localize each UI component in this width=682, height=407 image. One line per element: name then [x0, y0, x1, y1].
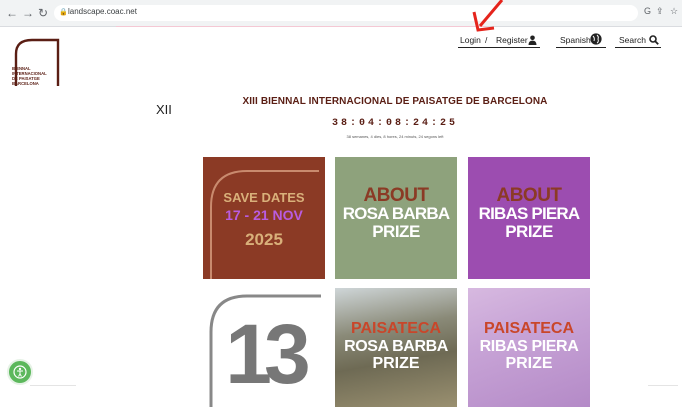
paisateca-rosa-line2: ROSA BARBA — [344, 338, 448, 355]
arrow-left-icon[interactable]: ← — [6, 6, 18, 20]
paisateca-ribas-line2: RIBAS PIERA — [479, 338, 579, 355]
save-dates-tile[interactable]: SAVE DATES 17 - 21 NOV 2025 — [203, 157, 325, 279]
search-underline — [615, 47, 661, 48]
accessibility-icon — [13, 365, 27, 379]
save-dates-line2: 17 - 21 NOV — [225, 207, 303, 223]
thirteen-number: 13 — [225, 307, 310, 401]
bookmark-star-icon[interactable]: ☆ — [670, 6, 678, 17]
save-dates-line3: 2025 — [245, 230, 283, 249]
logo-text: BIENNAL INTERNACIONAL DE PAISATGE BARCEL… — [12, 66, 58, 86]
arrow-annotation-icon — [472, 0, 504, 32]
paisateca-ribas-piera-tile[interactable]: PAISATECA RIBAS PIERA PRIZE — [468, 288, 590, 407]
globe-icon[interactable] — [590, 33, 602, 45]
share-icon[interactable]: ⇪ — [656, 6, 664, 17]
about-ribas-line3: PRIZE — [505, 222, 553, 241]
user-icon[interactable] — [528, 35, 537, 45]
about-rosa-barba-tile[interactable]: ABOUT ROSA BARBA PRIZE — [335, 157, 457, 279]
paisateca-ribas-line3: PRIZE — [505, 355, 553, 372]
login-link[interactable]: Login — [460, 35, 481, 45]
about-rosa-line3: PRIZE — [372, 222, 420, 241]
about-ribas-piera-tile[interactable]: ABOUT RIBAS PIERA PRIZE — [468, 157, 590, 279]
login-separator: / — [485, 35, 488, 45]
url-text: landscape.coac.net — [68, 7, 137, 16]
search-link[interactable]: Search — [619, 35, 646, 45]
thirteen-tile[interactable]: 13 — [203, 288, 325, 407]
about-rosa-line2: ROSA BARBA — [342, 204, 450, 223]
google-icon[interactable]: G — [644, 6, 651, 16]
left-divider — [30, 385, 76, 386]
reload-icon[interactable]: ↻ — [38, 6, 48, 20]
language-selector[interactable]: Spanish — [560, 35, 591, 45]
paisateca-ribas-line1: PAISATECA — [483, 320, 575, 337]
countdown-timer: 38:04:08:24:25 — [331, 118, 458, 129]
logo-line: BARCELONA — [12, 81, 39, 86]
accessibility-button[interactable] — [7, 359, 33, 385]
lock-icon: 🔒 — [59, 9, 68, 16]
paisateca-rosa-line1: PAISATECA — [350, 320, 442, 337]
login-underline — [458, 47, 540, 48]
right-divider — [648, 385, 678, 386]
language-underline — [556, 47, 606, 48]
countdown-subtitle: 38 semanes, 4 dies, 8 hores, 24 minuts, … — [346, 134, 444, 139]
address-bar[interactable]: 🔒 landscape.coac.net — [54, 5, 638, 21]
paisateca-rosa-barba-tile[interactable]: PAISATECA ROSA BARBA PRIZE — [335, 288, 457, 407]
paisateca-rosa-line3: PRIZE — [372, 355, 420, 372]
register-link[interactable]: Register — [496, 35, 528, 45]
save-dates-line1: SAVE DATES — [223, 190, 305, 205]
about-ribas-line2: RIBAS PIERA — [478, 204, 581, 223]
arrow-right-icon[interactable]: → — [22, 6, 34, 20]
pink-divider — [116, 26, 486, 27]
page-title: XIII BIENNAL INTERNACIONAL DE PAISATGE D… — [242, 96, 548, 107]
browser-toolbar: ← → ↻ 🔒 landscape.coac.net G ⇪ ☆ — [0, 0, 682, 27]
search-icon[interactable] — [649, 35, 659, 45]
